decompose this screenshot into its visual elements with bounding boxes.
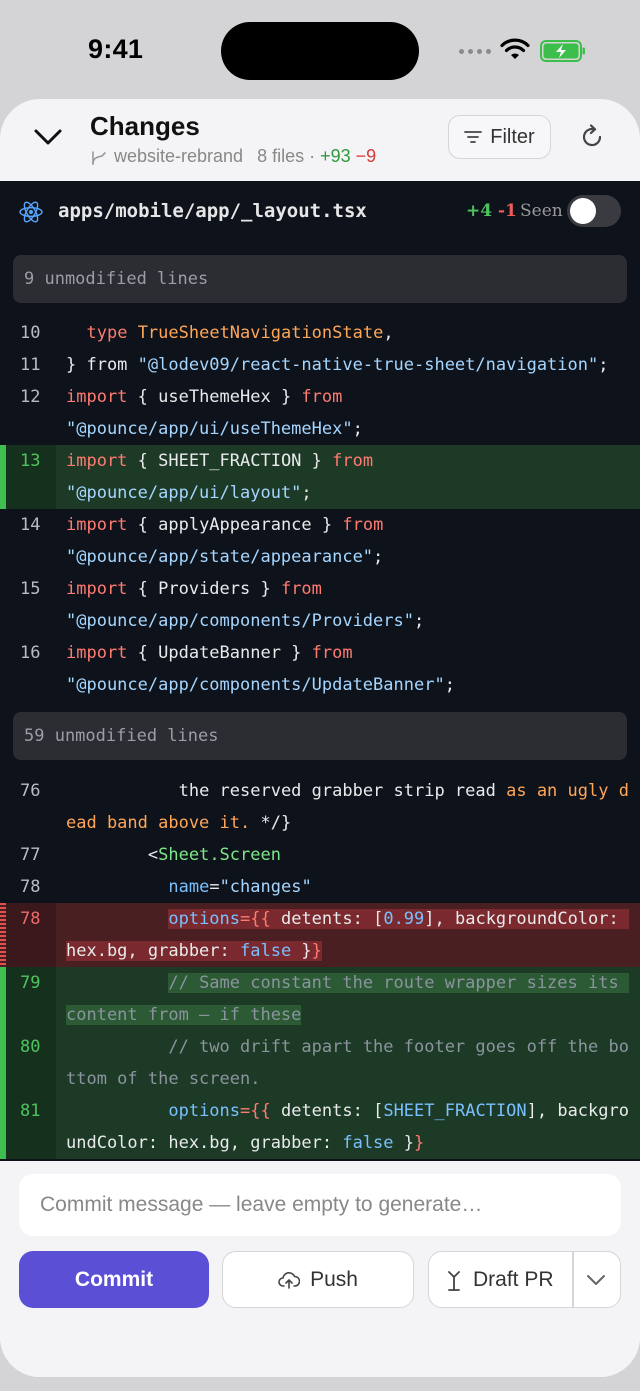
line-number: 12 [20, 387, 41, 407]
code-text: <Sheet.Screen [147, 845, 281, 865]
code-line: 78 name="changes" [0, 871, 640, 903]
split-divider [572, 1252, 574, 1307]
filter-icon [464, 131, 483, 143]
code-text: import { Providers } from "@pounce/app/c… [66, 579, 425, 631]
line-number: 76 [20, 781, 41, 801]
push-label: Push [310, 1267, 358, 1291]
commit-message-input[interactable]: Commit message — leave empty to generate… [19, 1174, 621, 1236]
code-text: // Same constant the route wrapper sizes… [66, 973, 629, 1025]
total-deletions: −9 [355, 146, 377, 166]
code-line: 76 the reserved grabber strip read as an… [0, 775, 640, 839]
toggle-knob [570, 198, 596, 224]
diff-view[interactable]: apps/mobile/app/_layout.tsx +4 -1 Seen 9… [0, 181, 640, 1161]
code-text: } from "@lodev09/react-native-true-sheet… [66, 355, 609, 375]
changes-sheet: Changes website-rebrand 8 files · +93 −9… [0, 99, 640, 1377]
code-text: options={{ detents: [0.99], backgroundCo… [66, 909, 629, 961]
code-line: 14 import { applyAppearance } from "@pou… [0, 509, 640, 573]
refresh-icon[interactable] [578, 123, 606, 151]
line-number: 16 [20, 643, 41, 663]
commit-button[interactable]: Commit [19, 1251, 209, 1308]
code-line-added: 13 import { SHEET_FRACTION } from "@poun… [0, 445, 640, 509]
filter-button[interactable]: Filter [448, 115, 551, 159]
code-line-added: 81 options={{ detents: [SHEET_FRACTION],… [0, 1095, 640, 1159]
cellular-signal-icon [459, 49, 491, 54]
line-number: 81 [20, 1101, 41, 1121]
code-line-added: 80 // two drift apart the footer goes of… [0, 1031, 640, 1095]
git-pull-request-icon [448, 1270, 460, 1291]
file-path: apps/mobile/app/_layout.tsx [58, 200, 367, 222]
draft-pr-button[interactable]: Draft PR [428, 1251, 621, 1308]
page-title: Changes [90, 111, 200, 141]
code-line-added: 79 // Same constant the route wrapper si… [0, 967, 640, 1031]
code-text: import { applyAppearance } from "@pounce… [66, 515, 384, 567]
git-branch-icon [92, 150, 106, 165]
code-line: 11 } from "@lodev09/react-native-true-sh… [0, 349, 640, 381]
code-text: name="changes" [168, 877, 312, 897]
code-line: 77 <Sheet.Screen [0, 839, 640, 871]
push-button[interactable]: Push [222, 1251, 414, 1308]
code-text: // two drift apart the footer goes off t… [66, 1037, 629, 1089]
code-line: 12 import { useThemeHex } from "@pounce/… [0, 381, 640, 445]
filter-label: Filter [490, 125, 535, 148]
code-text: options={{ detents: [SHEET_FRACTION], ba… [66, 1101, 629, 1153]
line-number: 78 [20, 909, 41, 929]
line-number: 78 [20, 877, 41, 897]
battery-charging-icon [540, 40, 585, 62]
line-number: 77 [20, 845, 41, 865]
seen-toggle[interactable] [567, 195, 621, 227]
line-number: 13 [20, 451, 41, 471]
commit-panel: Commit message — leave empty to generate… [0, 1161, 640, 1377]
unmodified-lines-expander[interactable]: 9 unmodified lines [13, 255, 627, 303]
file-additions: +4 [466, 201, 493, 221]
code-line: 16 import { UpdateBanner } from "@pounce… [0, 637, 640, 701]
file-header[interactable]: apps/mobile/app/_layout.tsx +4 -1 Seen [0, 181, 640, 243]
code-line-deleted: 78 options={{ detents: [0.99], backgroun… [0, 903, 640, 967]
draft-pr-label: Draft PR [473, 1267, 554, 1291]
line-number: 80 [20, 1037, 41, 1057]
seen-label: Seen [520, 201, 563, 221]
code-text: import { useThemeHex } from "@pounce/app… [66, 387, 363, 439]
code-line: 10 type TrueSheetNavigationState, [0, 317, 640, 349]
unmodified-lines-expander[interactable]: 59 unmodified lines [13, 712, 627, 760]
status-bar: 9:41 [0, 0, 640, 100]
chevron-down-icon[interactable] [32, 123, 64, 151]
chevron-down-icon[interactable] [585, 1272, 607, 1288]
line-number: 14 [20, 515, 41, 535]
home-indicator-area [0, 1377, 640, 1391]
react-file-icon [19, 201, 43, 223]
line-number: 15 [20, 579, 41, 599]
dynamic-island [221, 22, 419, 80]
code-line: 15 import { Providers } from "@pounce/ap… [0, 573, 640, 637]
file-deletions: -1 [498, 201, 517, 221]
status-time: 9:41 [88, 34, 144, 64]
wifi-icon [500, 38, 530, 59]
sheet-header: Changes website-rebrand 8 files · +93 −9… [0, 99, 640, 181]
cloud-upload-icon [278, 1271, 301, 1289]
line-number: 10 [20, 323, 41, 343]
code-text: import { UpdateBanner } from "@pounce/ap… [66, 643, 455, 695]
branch-name: website-rebrand [114, 146, 244, 166]
branch-summary: website-rebrand 8 files · +93 −9 [90, 146, 376, 167]
line-number: 11 [20, 355, 41, 375]
code-text: the reserved grabber strip read as an ug… [66, 781, 629, 833]
file-stats: +4 -1 [466, 201, 517, 221]
code-text: import { SHEET_FRACTION } from "@pounce/… [66, 451, 374, 503]
line-number: 79 [20, 973, 41, 993]
code-text: type TrueSheetNavigationState, [86, 323, 394, 343]
separator-dot: · [309, 146, 316, 166]
files-count: 8 files [257, 146, 305, 166]
total-additions: +93 [320, 146, 351, 166]
